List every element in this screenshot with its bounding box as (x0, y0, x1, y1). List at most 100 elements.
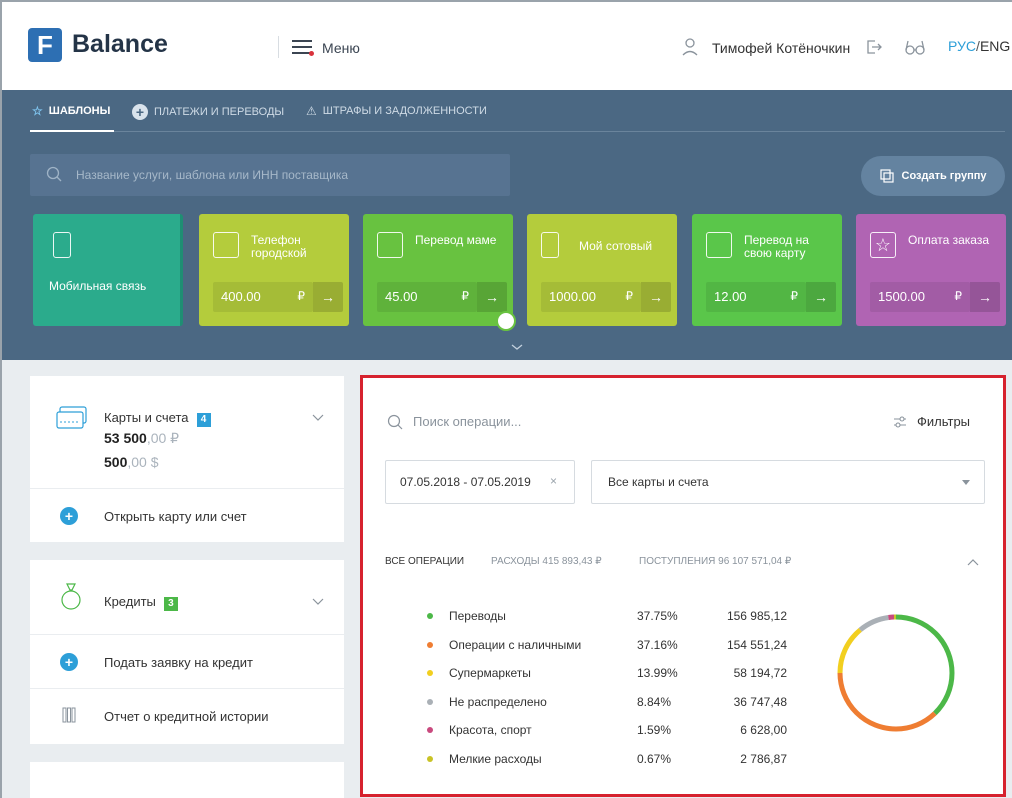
phone-icon (541, 232, 559, 258)
category-row[interactable]: Не распределено 8.84% 36 747,48 (415, 693, 795, 713)
operations-search-input[interactable]: Поиск операции... (413, 414, 521, 429)
category-color-dot (427, 641, 433, 648)
usd-whole: 500 (104, 454, 128, 470)
amount-field[interactable]: 1500.00 ₽ (870, 282, 970, 312)
credits-title-text: Кредиты (104, 594, 156, 609)
category-row[interactable]: Супермаркеты 13.99% 58 194,72 (415, 664, 795, 684)
template-tile[interactable]: Мой сотовый 1000.00 ₽ → (527, 214, 677, 326)
rub-fraction: ,00 ₽ (146, 430, 180, 446)
template-name: Мобильная связь (49, 279, 147, 293)
create-group-button[interactable]: Создать группу (861, 156, 1005, 196)
pay-arrow-button[interactable]: → (477, 282, 507, 312)
glasses-icon[interactable] (905, 39, 925, 55)
phone-icon (53, 232, 71, 258)
logo-icon[interactable]: F (28, 28, 62, 62)
user-icon[interactable] (682, 38, 698, 56)
pay-arrow-button[interactable]: → (313, 282, 343, 312)
accounts-count-badge: 4 (196, 413, 211, 427)
usd-balance: 500,00 $ (104, 454, 159, 470)
category-percent: 13.99% (637, 666, 678, 680)
category-amount: 156 985,12 (726, 609, 787, 623)
chevron-down-icon[interactable] (510, 342, 524, 352)
clear-date-icon[interactable]: × (550, 474, 557, 488)
template-amount: 45.00 (385, 289, 418, 304)
warning-icon: ⚠ (306, 104, 317, 118)
template-tile[interactable]: ☆ Оплата заказа 1500.00 ₽ → (856, 214, 1006, 326)
currency-sign: ₽ (297, 289, 305, 303)
money-bag-icon (61, 583, 81, 610)
cards-select[interactable]: Все карты и счета (591, 460, 985, 504)
template-amount: 12.00 (714, 289, 747, 304)
tab-templates[interactable]: ☆ ШАБЛОНЫ (32, 104, 110, 118)
expenses-donut-chart (837, 614, 955, 732)
open-account-label: Открыть карту или счет (104, 509, 247, 524)
tab-fines[interactable]: ⚠ ШТРАФЫ И ЗАДОЛЖЕННОСТИ (306, 104, 487, 118)
star-icon: ☆ (32, 104, 43, 118)
category-percent: 37.16% (637, 637, 678, 652)
accounts-title[interactable]: Карты и счета 4 (104, 410, 211, 427)
app-name[interactable]: Balance (72, 30, 168, 59)
template-amount: 1500.00 (878, 289, 925, 304)
logout-icon[interactable] (866, 39, 882, 55)
currency-sign: ₽ (625, 289, 633, 303)
apply-credit-label: Подать заявку на кредит (104, 655, 253, 670)
category-row[interactable]: Операции с наличными 37.16% 154 551,24 (415, 636, 795, 656)
top-header: F Balance Меню Тимофей Котёночкин РУС/EN… (2, 2, 1012, 90)
amount-field[interactable]: 45.00 ₽ (377, 282, 477, 312)
apply-credit-button[interactable]: + Подать заявку на кредит (30, 634, 344, 688)
pay-arrow-button[interactable]: → (641, 282, 671, 312)
category-amount: 154 551,24 (726, 637, 787, 652)
tab-all-operations[interactable]: ВСЕ ОПЕРАЦИИ (385, 556, 464, 567)
menu-button[interactable]: Меню (322, 40, 360, 56)
chevron-down-icon[interactable] (312, 598, 324, 606)
amount-field[interactable]: 1000.00 ₽ (541, 282, 641, 312)
template-tile[interactable]: Перевод на свою карту 12.00 ₽ → (692, 214, 842, 326)
tab-label: ПЛАТЕЖИ И ПЕРЕВОДЫ (154, 106, 285, 118)
chevron-up-icon[interactable] (967, 558, 979, 566)
filters-label: Фильтры (917, 414, 971, 429)
user-name[interactable]: Тимофей Котёночкин (712, 40, 850, 56)
template-tile[interactable]: Перевод маме 45.00 ₽ → (363, 214, 513, 326)
pay-arrow-button[interactable]: → (970, 282, 1000, 312)
category-color-dot (427, 755, 433, 762)
active-tab-indicator (30, 130, 114, 132)
lang-ru[interactable]: РУС (948, 38, 976, 54)
rub-balance: 53 500,00 ₽ (104, 430, 179, 447)
category-amount: 6 628,00 (740, 723, 787, 737)
person-icon (377, 232, 403, 258)
amount-field[interactable]: 12.00 ₽ (706, 282, 806, 312)
template-tile[interactable]: Мобильная связь (33, 214, 183, 326)
group-icon (879, 169, 894, 183)
hamburger-menu-icon[interactable] (292, 40, 314, 56)
date-range-field[interactable]: 07.05.2018 - 07.05.2019 × (385, 460, 575, 504)
category-color-dot (427, 698, 433, 705)
tab-payments[interactable]: + ПЛАТЕЖИ И ПЕРЕВОДЫ (132, 104, 284, 120)
lang-en[interactable]: ENG (980, 38, 1010, 54)
search-input[interactable]: Название услуги, шаблона или ИНН поставщ… (30, 154, 510, 196)
menu-divider (278, 36, 279, 58)
accounts-card: Карты и счета 4 53 500,00 ₽ 500,00 $ + От… (30, 376, 344, 542)
template-amount: 1000.00 (549, 289, 596, 304)
search-icon (46, 166, 62, 182)
template-amount: 400.00 (221, 289, 261, 304)
template-name: Перевод маме (415, 233, 497, 247)
tab-label: ШТРАФЫ И ЗАДОЛЖЕННОСТИ (322, 105, 487, 117)
category-color-dot (427, 613, 433, 619)
tab-income[interactable]: ПОСТУПЛЕНИЯ 96 107 571,04 ₽ (639, 556, 791, 567)
usd-fraction: ,00 $ (127, 454, 159, 470)
chevron-down-icon[interactable] (312, 414, 324, 422)
star-icon: ☆ (870, 232, 896, 258)
category-name: Переводы (449, 609, 506, 623)
category-row[interactable]: Переводы 37.75% 156 985,12 (415, 607, 795, 627)
credits-title[interactable]: Кредиты 3 (104, 594, 178, 611)
credit-history-button[interactable]: Отчет о кредитной истории (30, 688, 344, 742)
category-row[interactable]: Красота, спорт 1.59% 6 628,00 (415, 721, 795, 741)
category-row[interactable]: Мелкие расходы 0.67% 2 786,87 (415, 750, 795, 770)
filters-button[interactable]: Фильтры (893, 414, 970, 429)
template-tile[interactable]: Телефон городской 400.00 ₽ → (199, 214, 349, 326)
pay-arrow-button[interactable]: → (806, 282, 836, 312)
open-account-button[interactable]: + Открыть карту или счет (30, 488, 344, 542)
template-name: Перевод на свою карту (744, 233, 809, 260)
amount-field[interactable]: 400.00 ₽ (213, 282, 313, 312)
tab-expenses[interactable]: РАСХОДЫ 415 893,43 ₽ (491, 556, 602, 567)
